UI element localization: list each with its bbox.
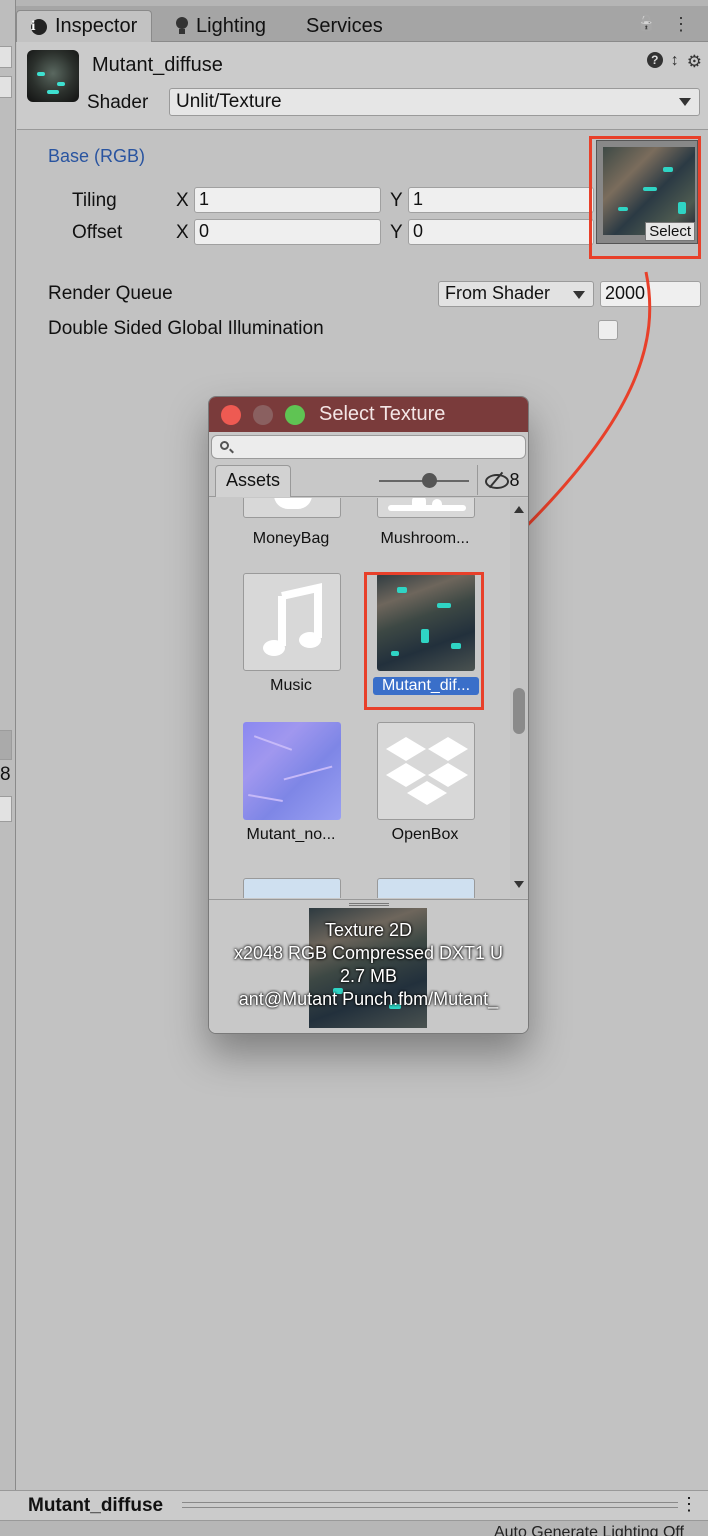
dialog-title: Select Texture [319, 403, 446, 425]
asset-caption: MoneyBag [252, 530, 330, 547]
status-bar: Auto Generate Lighting Off [0, 1520, 708, 1536]
asset-label-bar: Mutant_diffuse ⋮ [0, 1490, 708, 1520]
partial-icon [243, 878, 341, 898]
asset-item-partial[interactable] [231, 878, 351, 898]
tab-assets[interactable]: Assets [215, 465, 292, 497]
dialog-titlebar: Select Texture [209, 397, 528, 432]
asset-item-openbox[interactable]: OpenBox [365, 722, 485, 852]
asset-caption: Mushroom... [380, 530, 470, 547]
preview-type: Texture 2D [324, 920, 413, 940]
scroll-up-icon[interactable] [514, 506, 524, 513]
slider-knob[interactable] [421, 473, 437, 488]
more-menu-icon[interactable]: ⋮ [680, 1494, 698, 1515]
dropbox-icon [377, 722, 475, 820]
preview-size: 2.7 MB [339, 966, 398, 986]
dialog-toolbar: Assets 8 [209, 463, 528, 497]
asset-item-mushroom[interactable]: Mushroom... [365, 498, 485, 570]
minimize-button[interactable] [253, 405, 273, 425]
partial-icon [377, 878, 475, 898]
highlight-selected-asset [364, 572, 484, 710]
moneybag-icon [243, 498, 341, 518]
asset-caption: Music [270, 677, 312, 694]
asset-caption: OpenBox [391, 826, 459, 843]
scroll-thumb[interactable] [513, 688, 525, 734]
search-icon [220, 441, 229, 450]
scroll-down-icon[interactable] [514, 881, 524, 888]
hidden-count: 8 [509, 469, 520, 490]
mutant-normal-thumbnail [243, 722, 341, 820]
preview-format: x2048 RGB Compressed DXT1 U [233, 943, 504, 963]
preview-path: ant@Mutant Punch.fbm/Mutant_ [238, 989, 499, 1009]
asset-item-moneybag[interactable]: MoneyBag [231, 498, 351, 570]
left-panel-header [0, 730, 12, 760]
asset-caption: Mutant_no... [246, 826, 336, 843]
divider [182, 1502, 678, 1508]
asset-item-mutant-normal[interactable]: Mutant_no... [231, 722, 351, 852]
left-panel-value: 8 [0, 764, 11, 785]
hidden-toggle[interactable]: 8 [477, 465, 527, 495]
left-panel-field[interactable] [0, 796, 12, 822]
grid-scrollbar[interactable] [510, 498, 528, 898]
size-slider[interactable] [379, 473, 469, 488]
status-text: Auto Generate Lighting Off [493, 1524, 684, 1536]
select-texture-dialog: Select Texture Assets 8 MoneyBag Mushroo… [208, 396, 529, 1034]
search-input[interactable] [211, 435, 526, 459]
resize-grip[interactable] [349, 903, 389, 906]
asset-item-partial[interactable] [365, 878, 485, 898]
asset-label-name: Mutant_diffuse [28, 1495, 164, 1516]
asset-item-music[interactable]: Music [231, 573, 351, 703]
mushroom-icon [377, 498, 475, 518]
zoom-button[interactable] [285, 405, 305, 425]
eye-hidden-icon [485, 473, 510, 489]
texture-info-preview: Texture 2D x2048 RGB Compressed DXT1 U 2… [209, 899, 528, 1033]
music-note-icon [243, 573, 341, 671]
close-button[interactable] [221, 405, 241, 425]
